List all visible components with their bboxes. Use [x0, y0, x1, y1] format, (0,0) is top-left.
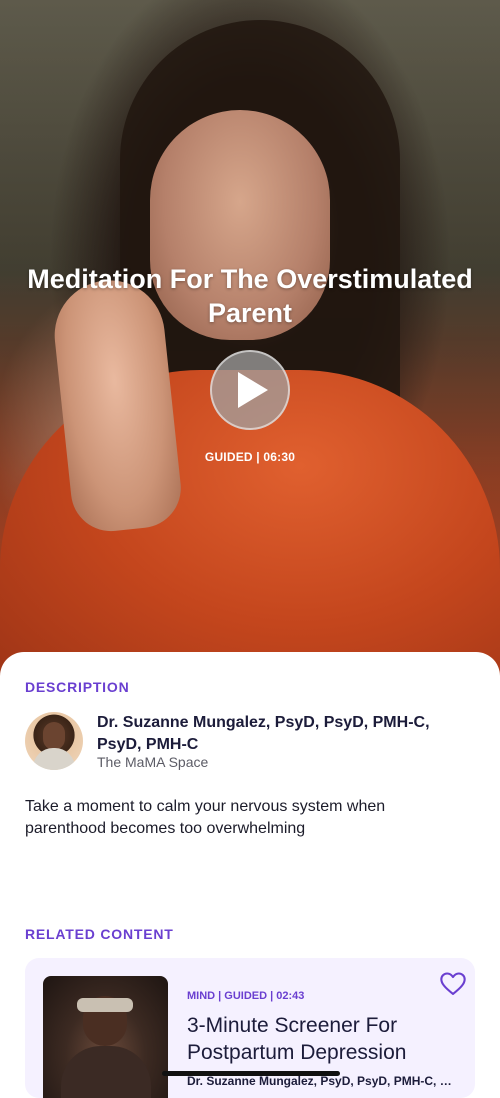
author-row[interactable]: Dr. Suzanne Mungalez, PsyD, PsyD, PMH-C,… — [25, 712, 475, 774]
avatar — [25, 712, 83, 770]
avatar-face — [43, 722, 65, 750]
related-content-author: Dr. Suzanne Mungalez, PsyD, PsyD, PMH-C,… — [187, 1074, 457, 1088]
description-text: Take a moment to calm your nervous syste… — [25, 798, 386, 837]
hero-image — [0, 0, 500, 680]
related-content-title: 3-Minute Screener For Postpartum Depress… — [187, 1014, 407, 1064]
related-content-meta: MIND | GUIDED | 02:43 — [187, 990, 305, 1002]
related-content-thumbnail — [43, 976, 168, 1098]
author-name: Dr. Suzanne Mungalez, PsyD, PsyD, PMH-C,… — [97, 714, 430, 753]
description-heading: DESCRIPTION — [25, 679, 130, 695]
related-content-heading: RELATED CONTENT — [25, 926, 174, 942]
thumbnail-figure-headwrap — [77, 998, 133, 1012]
author-organization: The MaMA Space — [97, 754, 209, 770]
related-content-card[interactable]: MIND | GUIDED | 02:43 3-Minute Screener … — [25, 958, 475, 1098]
play-icon — [238, 372, 268, 408]
favorite-button[interactable] — [439, 970, 467, 998]
heart-outline-icon — [440, 972, 466, 995]
thumbnail-figure-body — [61, 1046, 151, 1098]
page-title: Meditation For The Overstimulated Parent — [27, 264, 473, 328]
avatar-body — [33, 748, 75, 770]
home-indicator[interactable] — [162, 1071, 340, 1076]
content-meta: GUIDED | 06:30 — [204, 450, 296, 464]
play-button[interactable] — [210, 350, 290, 430]
